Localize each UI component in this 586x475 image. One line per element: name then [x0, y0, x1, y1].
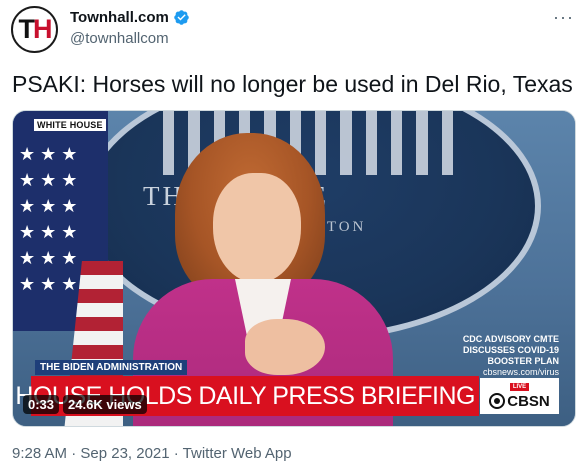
views-badge: 24.6K views — [63, 395, 147, 414]
cbs-eye-icon — [489, 393, 506, 409]
speaker-hand — [245, 319, 325, 375]
side-note-line: BOOSTER PLAN — [487, 356, 559, 366]
lower-third-tag: THE BIDEN ADMINISTRATION — [35, 360, 188, 375]
video-player[interactable]: TH E HOUSE GTON ★ ★ ★★ ★ ★★ ★ ★★ ★ ★★ ★ … — [12, 110, 576, 427]
more-dots-icon[interactable]: ··· — [553, 8, 574, 26]
network-name: CBSN — [507, 392, 550, 410]
live-badge: LIVE — [509, 382, 530, 391]
side-note-line: CDC ADVISORY CMTE — [462, 334, 559, 344]
avatar[interactable]: TH — [11, 6, 58, 53]
handle[interactable]: @townhallcom — [70, 30, 169, 47]
duration-badge: 0:33 — [23, 395, 60, 414]
author-name-row: Townhall.com — [70, 9, 190, 26]
side-note-line: DISCUSSES COVID-19 — [462, 345, 559, 355]
avatar-logo: TH — [18, 14, 53, 44]
video-badges: 0:33 24.6K views — [23, 395, 147, 414]
verified-badge-icon — [174, 10, 189, 25]
side-note: CDC ADVISORY CMTE DISCUSSES COVID-19 BOO… — [455, 334, 559, 378]
white-house-tag: WHITE HOUSE — [34, 119, 106, 131]
cbsn-logo: CBSN — [489, 393, 550, 410]
tweet-timestamp[interactable]: 9:28 AM · Sep 23, 2021 · Twitter Web App — [12, 445, 292, 462]
network-logo: LIVE CBSN — [480, 378, 559, 414]
display-name[interactable]: Townhall.com — [70, 9, 169, 26]
speaker-face — [213, 173, 301, 283]
tweet-text: PSAKI: Horses will no longer be used in … — [12, 71, 573, 97]
